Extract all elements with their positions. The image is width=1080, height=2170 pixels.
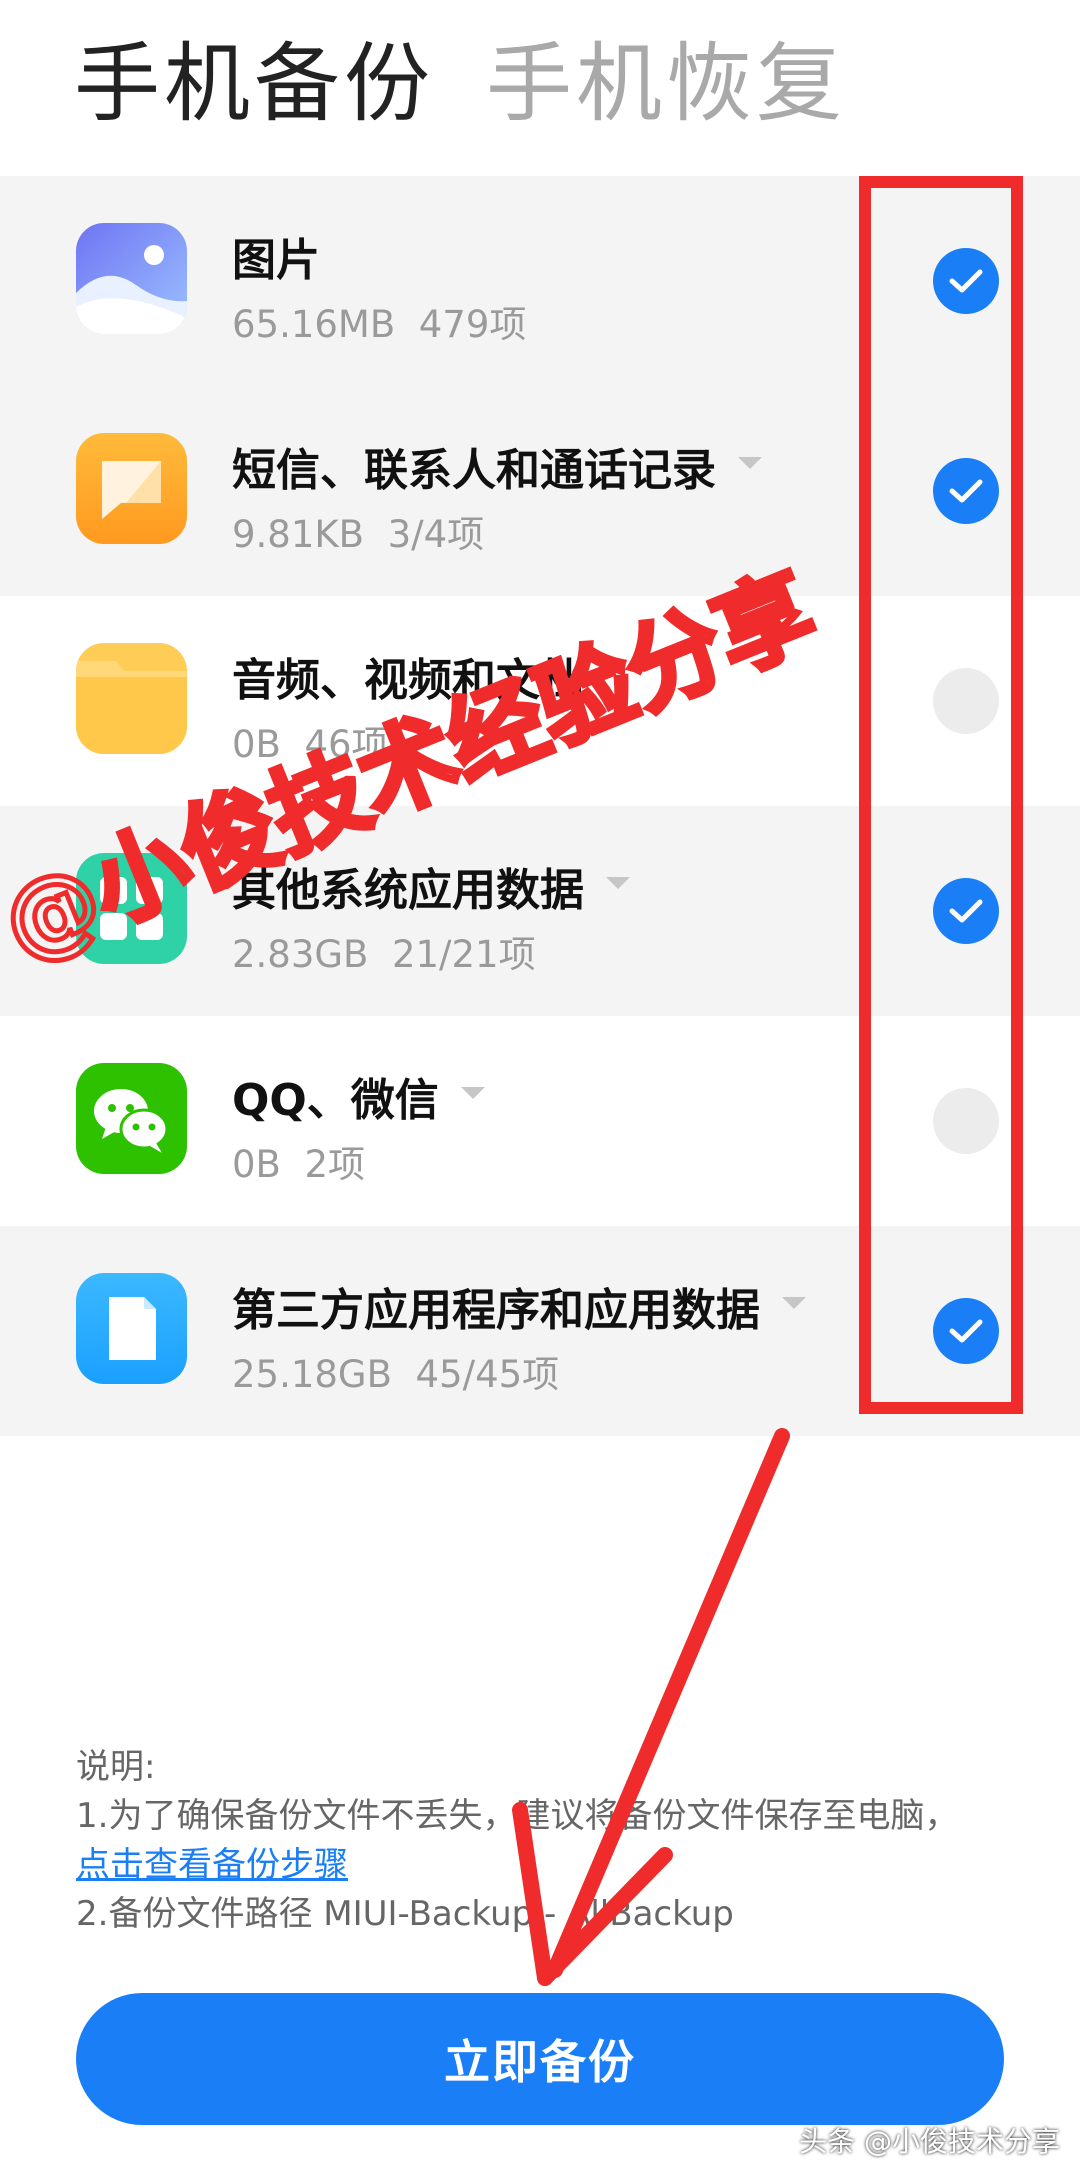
- item-title: 其他系统应用数据: [232, 854, 630, 918]
- item-meta: 2.83GB 21/21项: [232, 933, 536, 976]
- file-icon: [76, 1273, 187, 1384]
- item-title: 短信、联系人和通话记录: [232, 434, 762, 498]
- annotation-highlight-box: [859, 176, 1023, 1414]
- item-meta: 65.16MB 479项: [232, 303, 527, 346]
- item-title: QQ、微信: [232, 1064, 485, 1128]
- item-title: 第三方应用程序和应用数据: [232, 1274, 806, 1338]
- dropdown-caret-icon[interactable]: [460, 1087, 485, 1099]
- backup-notes: 说明: 1.为了确保备份文件不丢失，建议将备份文件保存至电脑， 点击查看备份步骤…: [76, 1743, 958, 1939]
- item-meta: 9.81KB 3/4项: [232, 513, 485, 556]
- item-meta: 0B 2项: [232, 1143, 366, 1186]
- tab-restore[interactable]: 手机恢复: [486, 13, 846, 138]
- item-meta: 0B 46项: [232, 723, 389, 766]
- tab-backup[interactable]: 手机备份: [74, 13, 434, 138]
- wechat-icon: [76, 1063, 187, 1174]
- item-meta: 25.18GB 45/45项: [232, 1353, 560, 1396]
- item-title: 图片: [232, 235, 320, 286]
- item-title: 音频、视频和文档: [232, 655, 584, 706]
- tab-bar: 手机备份 手机恢复: [74, 20, 846, 134]
- backup-now-button[interactable]: 立即备份: [76, 1993, 1004, 2125]
- folder-icon: [76, 643, 187, 754]
- dropdown-caret-icon[interactable]: [782, 1297, 806, 1309]
- notes-heading: 说明:: [76, 1747, 156, 1787]
- apps-icon: [76, 853, 187, 964]
- view-backup-steps-link[interactable]: 点击查看备份步骤: [76, 1845, 348, 1885]
- notes-line-1: 1.为了确保备份文件不丢失，建议将备份文件保存至电脑，: [76, 1796, 959, 1836]
- dropdown-caret-icon[interactable]: [606, 877, 630, 889]
- dropdown-caret-icon[interactable]: [738, 457, 762, 469]
- gallery-icon: [76, 223, 187, 334]
- messages-icon: [76, 433, 187, 544]
- notes-line-2: 2.备份文件路径 MIUI-Backup - AllBackup: [76, 1894, 734, 1934]
- source-credit: 头条 @小俊技术分享: [799, 2125, 1060, 2158]
